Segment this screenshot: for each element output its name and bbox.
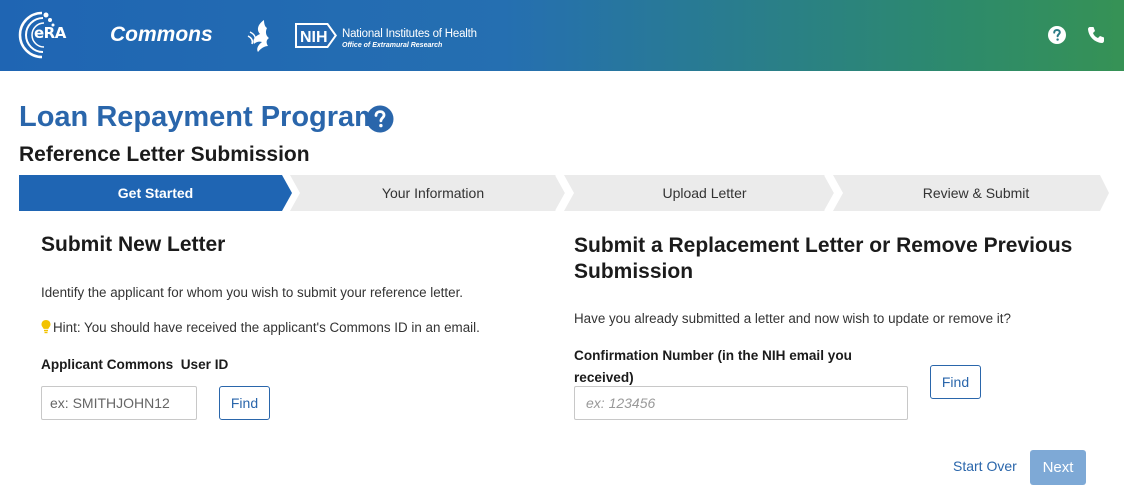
nih-badge-icon: NIH xyxy=(295,23,337,48)
nih-name: National Institutes of Health xyxy=(342,28,477,40)
page-subtitle: Reference Letter Submission xyxy=(19,143,310,166)
nih-office: Office of Extramural Research xyxy=(342,42,443,49)
applicant-commons-id-input[interactable] xyxy=(41,386,197,420)
replacement-letter-heading: Submit a Replacement Letter or Remove Pr… xyxy=(574,234,1073,283)
hhs-eagle-icon xyxy=(247,20,269,52)
submit-new-letter-description: Identify the applicant for whom you wish… xyxy=(41,285,464,300)
commons-app-name[interactable]: Commons xyxy=(110,23,213,47)
confirmation-number-label: Confirmation Number (in the NIH email yo… xyxy=(574,348,852,385)
step-get-started[interactable]: Get Started xyxy=(19,175,292,211)
phone-icon[interactable] xyxy=(1086,25,1106,45)
step-review-submit[interactable]: Review & Submit xyxy=(843,175,1109,211)
hint-message: Hint: You should have received the appli… xyxy=(41,320,480,335)
era-logo-text: eRA xyxy=(34,24,66,42)
nih-badge-text: NIH xyxy=(300,29,328,46)
step-upload-letter[interactable]: Upload Letter xyxy=(574,175,835,211)
step-your-information[interactable]: Your Information xyxy=(300,175,566,211)
hint-text: Hint: You should have received the appli… xyxy=(53,320,480,335)
confirmation-number-input[interactable] xyxy=(574,386,908,420)
submit-new-letter-heading: Submit New Letter xyxy=(41,233,226,256)
find-applicant-button[interactable]: Find xyxy=(219,386,270,420)
start-over-link[interactable]: Start Over xyxy=(953,458,1017,474)
find-confirmation-button[interactable]: Find xyxy=(930,365,981,399)
page-title: Loan Repayment Program xyxy=(19,101,380,133)
help-icon[interactable] xyxy=(366,105,394,133)
lightbulb-icon xyxy=(41,320,51,334)
replacement-letter-description: Have you already submitted a letter and … xyxy=(574,311,1011,326)
help-icon[interactable] xyxy=(1047,25,1067,45)
next-button[interactable]: Next xyxy=(1030,450,1086,485)
progress-stepper: Get Started Your Information Upload Lett… xyxy=(19,175,1109,211)
applicant-commons-id-label: Applicant Commons User ID xyxy=(41,357,229,372)
top-navigation-bar: eRA Commons NIH National Institutes of H… xyxy=(0,0,1124,71)
